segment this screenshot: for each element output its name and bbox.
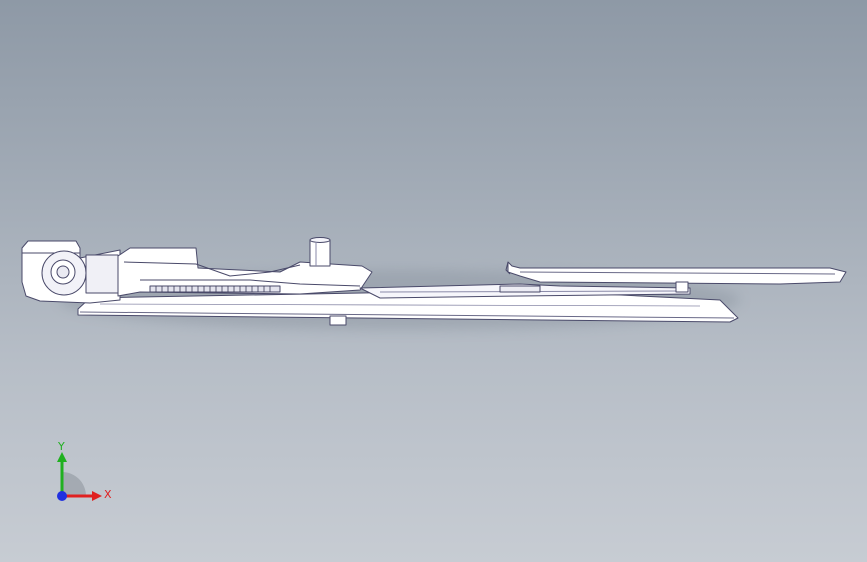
sash-bracket [675,281,689,293]
triad-arc [62,472,86,496]
y-axis-arrow [57,452,67,462]
hinge-block [85,254,119,294]
graphics-viewport[interactable]: Y X [0,0,867,562]
z-axis-dot [57,491,67,501]
x-axis-arrow [92,491,102,501]
coordinate-triad[interactable]: Y X [40,436,120,516]
model-view[interactable] [0,0,867,562]
y-axis-label: Y [57,440,65,453]
x-axis-label: X [104,488,112,501]
gear-strip [149,285,281,293]
sash-bracket-2 [499,285,541,293]
pivot-post-top [309,237,331,243]
hinge-pivot-core [56,265,70,279]
rail-tab [329,315,347,326]
pivot-post [309,239,331,267]
